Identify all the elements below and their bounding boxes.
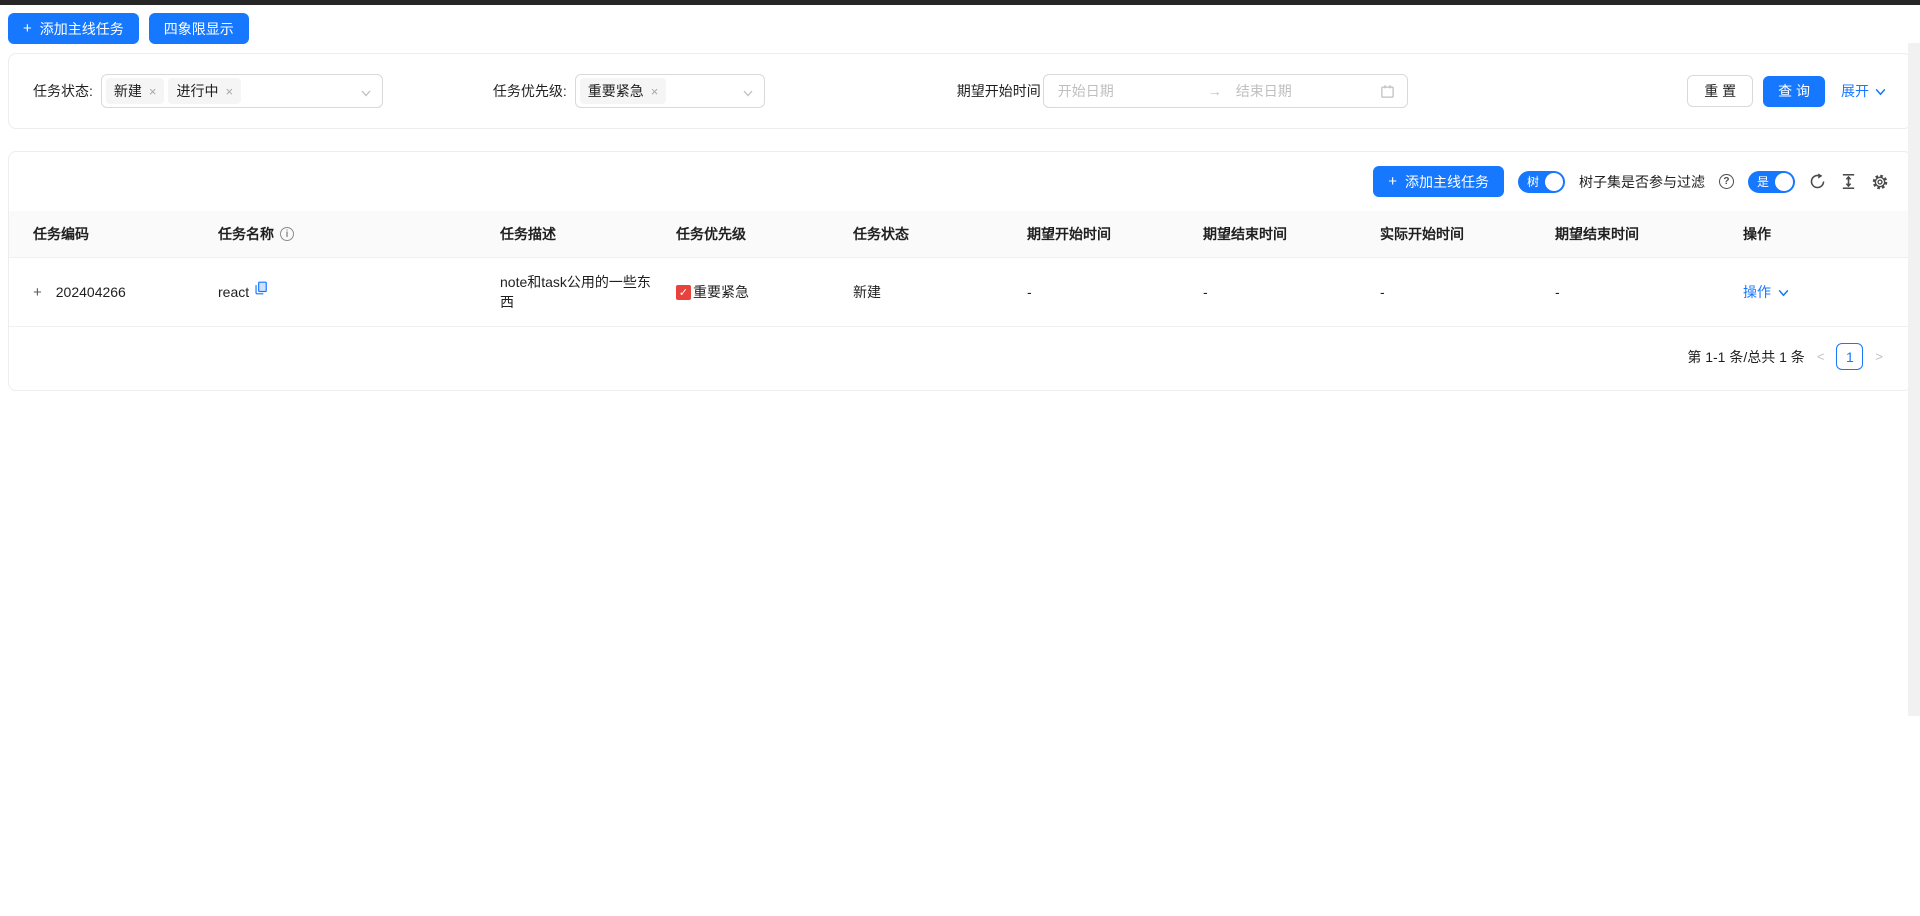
quadrant-display-button[interactable]: 四象限显示: [149, 13, 249, 44]
expand-link[interactable]: 展开: [1841, 81, 1887, 101]
cell-task-name: react: [210, 258, 492, 327]
expand-link-label: 展开: [1841, 81, 1869, 101]
top-action-bar: + 添加主线任务 四象限显示: [0, 5, 1920, 50]
col-task-status: 任务状态: [845, 211, 1019, 258]
tree-filter-hint-label: 树子集是否参与过滤: [1579, 172, 1705, 192]
chevron-down-icon: [742, 86, 754, 102]
priority-value: 重要紧急: [693, 282, 749, 302]
task-table: 任务编码 任务名称 i 任务描述 任务优先级 任务状态 期望开始时间 期望结束时…: [9, 211, 1911, 327]
end-date-input[interactable]: [1234, 82, 1374, 100]
row-action-label: 操作: [1743, 282, 1771, 302]
start-date-input[interactable]: [1056, 82, 1196, 100]
plus-icon: +: [1388, 174, 1397, 189]
chevron-down-icon: [1777, 286, 1790, 299]
task-name-value: react: [218, 284, 249, 300]
task-priority-label: 任务优先级:: [493, 81, 567, 101]
col-task-priority: 任务优先级: [668, 211, 845, 258]
priority-filter-group: 任务优先级: 重要紧急 ×: [493, 74, 765, 108]
pagination-summary: 第 1-1 条/总共 1 条: [1687, 347, 1804, 367]
pagination: 第 1-1 条/总共 1 条 < 1 >: [9, 327, 1911, 376]
info-circle-icon[interactable]: i: [280, 227, 294, 241]
add-main-task-button-table[interactable]: + 添加主线任务: [1373, 166, 1504, 197]
task-table-panel: + 添加主线任务 树 树子集是否参与过滤 ? 是 任务编码: [8, 151, 1912, 391]
status-tag-new[interactable]: 新建 ×: [106, 78, 165, 104]
column-height-icon[interactable]: [1840, 173, 1857, 190]
cell-task-priority: ✓ 重要紧急: [668, 258, 845, 327]
priority-flag-icon: ✓: [676, 285, 691, 300]
expected-start-filter-group: 期望开始时间 →: [957, 74, 1408, 108]
cell-actions: 操作: [1735, 258, 1911, 327]
cell-expected-end: -: [1195, 258, 1372, 327]
col-actual-start: 实际开始时间: [1372, 211, 1547, 258]
table-header-row: 任务编码 任务名称 i 任务描述 任务优先级 任务状态 期望开始时间 期望结束时…: [9, 211, 1911, 258]
add-main-task-button[interactable]: + 添加主线任务: [8, 13, 139, 44]
expected-start-time-label: 期望开始时间: [957, 81, 1041, 101]
status-tag-inprogress[interactable]: 进行中 ×: [168, 78, 241, 104]
switch-knob: [1775, 173, 1793, 191]
settings-gear-icon[interactable]: [1871, 173, 1889, 191]
tree-switch-label: 树: [1527, 173, 1539, 190]
cell-task-code: + 202404266: [9, 258, 210, 327]
col-task-code: 任务编码: [9, 211, 210, 258]
col-expected-end: 期望结束时间: [1195, 211, 1372, 258]
quadrant-display-label: 四象限显示: [164, 19, 234, 39]
status-tag-inprogress-label: 进行中: [176, 81, 218, 101]
task-status-label: 任务状态:: [33, 81, 93, 101]
task-code-value: 202404266: [56, 284, 126, 300]
col-task-name: 任务名称 i: [210, 211, 492, 258]
col-task-name-label: 任务名称: [218, 224, 274, 244]
col-task-description: 任务描述: [492, 211, 668, 258]
cell-task-description: note和task公用的一些东西: [492, 258, 668, 327]
status-tag-new-label: 新建: [114, 81, 142, 101]
cell-expected-start: -: [1019, 258, 1195, 327]
range-arrow-icon: →: [1208, 83, 1222, 99]
table-toolbar: + 添加主线任务 树 树子集是否参与过滤 ? 是: [9, 152, 1911, 211]
row-action-link[interactable]: 操作: [1743, 282, 1790, 302]
query-button-label: 查 询: [1778, 81, 1810, 101]
priority-tag-label: 重要紧急: [588, 81, 644, 101]
col-expected-end-2: 期望结束时间: [1547, 211, 1735, 258]
cell-expected-end-2: -: [1547, 258, 1735, 327]
filter-actions: 重 置 查 询 展开: [1687, 75, 1887, 107]
prev-page-icon[interactable]: <: [1815, 349, 1827, 364]
cell-task-status: 新建: [845, 258, 1019, 327]
plus-icon: +: [23, 21, 32, 36]
page-number-1[interactable]: 1: [1836, 343, 1863, 370]
chevron-down-icon: [360, 86, 372, 102]
tree-mode-switch[interactable]: 树: [1518, 171, 1565, 193]
yes-switch-label: 是: [1757, 173, 1769, 190]
date-range-picker[interactable]: →: [1043, 74, 1408, 108]
table-row: + 202404266 react note和task公用的一些东西: [9, 258, 1911, 327]
row-expand-toggle[interactable]: +: [33, 285, 42, 300]
reset-button[interactable]: 重 置: [1687, 75, 1753, 107]
col-expected-start: 期望开始时间: [1019, 211, 1195, 258]
scrollbar-track[interactable]: [1908, 43, 1920, 716]
close-icon[interactable]: ×: [149, 84, 157, 99]
close-icon[interactable]: ×: [225, 84, 233, 99]
add-main-task-table-label: 添加主线任务: [1405, 172, 1489, 192]
task-status-select[interactable]: 新建 × 进行中 ×: [101, 74, 383, 108]
chevron-down-icon: [1874, 85, 1887, 98]
col-actions: 操作: [1735, 211, 1911, 258]
query-button[interactable]: 查 询: [1763, 76, 1825, 107]
add-main-task-label: 添加主线任务: [40, 19, 124, 39]
switch-knob: [1545, 173, 1563, 191]
refresh-icon[interactable]: [1809, 173, 1826, 190]
priority-tag-important-urgent[interactable]: 重要紧急 ×: [580, 78, 667, 104]
calendar-icon: [1380, 84, 1395, 99]
filter-panel: 任务状态: 新建 × 进行中 × 任务优先级: 重要紧急 × 期望开始时间: [8, 53, 1912, 129]
copy-icon[interactable]: [254, 281, 268, 298]
question-circle-icon[interactable]: ?: [1719, 174, 1734, 189]
task-priority-select[interactable]: 重要紧急 ×: [575, 74, 765, 108]
tree-filter-switch[interactable]: 是: [1748, 171, 1795, 193]
cell-actual-start: -: [1372, 258, 1547, 327]
next-page-icon[interactable]: >: [1873, 349, 1885, 364]
close-icon[interactable]: ×: [651, 84, 659, 99]
